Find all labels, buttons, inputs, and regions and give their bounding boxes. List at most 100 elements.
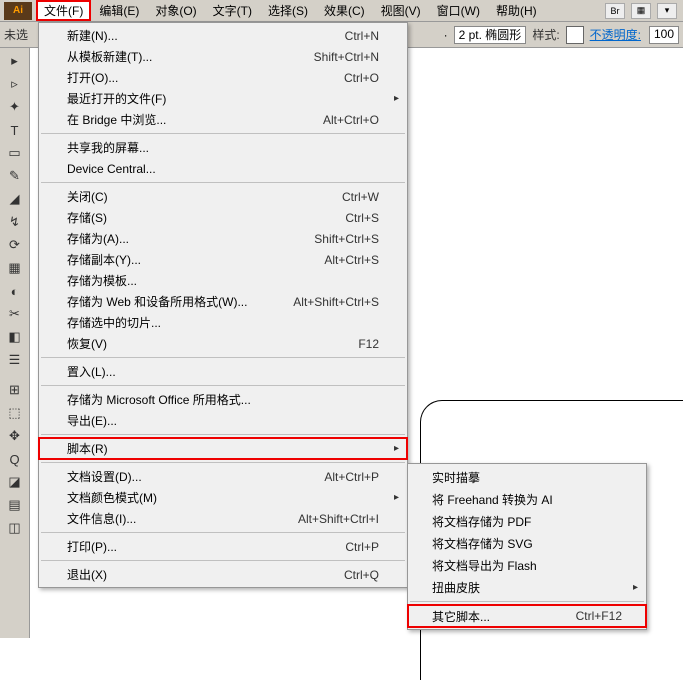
menu-separator bbox=[41, 133, 405, 134]
menu-item-label: 存储(S) bbox=[67, 209, 345, 226]
menu-item-label: 其它脚本... bbox=[432, 608, 576, 625]
file-menu-item[interactable]: 打开(O)...Ctrl+O bbox=[39, 67, 407, 88]
tool-rotate[interactable]: ◢ bbox=[2, 188, 28, 210]
file-menu-item[interactable]: 共享我的屏幕... bbox=[39, 137, 407, 158]
style-swatch[interactable] bbox=[566, 26, 584, 44]
script-menu-item[interactable]: 实时描摹 bbox=[408, 466, 646, 488]
file-menu-item[interactable]: 恢复(V)F12 bbox=[39, 333, 407, 354]
menu-item-label: 文档设置(D)... bbox=[67, 468, 324, 485]
file-menu-item[interactable]: 文档设置(D)...Alt+Ctrl+P bbox=[39, 466, 407, 487]
menu-separator bbox=[41, 560, 405, 561]
tool-extra2[interactable]: ◫ bbox=[2, 517, 28, 539]
menu-help[interactable]: 帮助(H) bbox=[488, 0, 545, 21]
file-menu-item[interactable]: 在 Bridge 中浏览...Alt+Ctrl+O bbox=[39, 109, 407, 130]
menu-item-shortcut: Ctrl+S bbox=[345, 211, 379, 225]
menu-object[interactable]: 对象(O) bbox=[147, 0, 204, 21]
selection-state: 未选 bbox=[4, 26, 28, 43]
tool-separator bbox=[2, 372, 28, 378]
file-menu-item[interactable]: 退出(X)Ctrl+Q bbox=[39, 564, 407, 585]
menu-select[interactable]: 选择(S) bbox=[260, 0, 316, 21]
file-menu-item[interactable]: 文件信息(I)...Alt+Shift+Ctrl+I bbox=[39, 508, 407, 529]
tool-extra1[interactable]: ▤ bbox=[2, 494, 28, 516]
tool-mesh[interactable]: ◐ bbox=[2, 280, 28, 302]
file-menu-item[interactable]: 存储为(A)...Shift+Ctrl+S bbox=[39, 228, 407, 249]
tool-scissors[interactable]: ✂ bbox=[2, 303, 28, 325]
file-menu-item[interactable]: 关闭(C)Ctrl+W bbox=[39, 186, 407, 207]
menu-edit[interactable]: 编辑(E) bbox=[91, 0, 147, 21]
menu-item-label: 打印(P)... bbox=[67, 538, 345, 555]
tool-stroke[interactable]: ⬚ bbox=[2, 402, 28, 424]
tool-direct-select[interactable]: ▹ bbox=[2, 73, 28, 95]
menu-effect[interactable]: 效果(C) bbox=[316, 0, 373, 21]
tool-width[interactable]: ↯ bbox=[2, 211, 28, 233]
menu-item-label: 实时描摹 bbox=[432, 469, 622, 486]
file-menu-item[interactable]: Device Central... bbox=[39, 158, 407, 179]
menu-item-shortcut: Ctrl+N bbox=[345, 29, 379, 43]
script-menu-item[interactable]: 将 Freehand 转换为 AI bbox=[408, 488, 646, 510]
menu-file[interactable]: 文件(F) bbox=[36, 0, 91, 21]
menu-item-label: 存储副本(Y)... bbox=[67, 251, 324, 268]
tool-fill[interactable]: ⊞ bbox=[2, 379, 28, 401]
file-menu-item[interactable]: 最近打开的文件(F) bbox=[39, 88, 407, 109]
tool-selection[interactable]: ▸ bbox=[2, 50, 28, 72]
file-menu-item[interactable]: 脚本(R) bbox=[39, 438, 407, 459]
menu-item-label: 扭曲皮肤 bbox=[432, 579, 622, 596]
tool-draw-mode[interactable]: ✥ bbox=[2, 425, 28, 447]
arrange-icon[interactable]: ▦ bbox=[631, 3, 651, 19]
opacity-label[interactable]: 不透明度: bbox=[590, 26, 641, 43]
menu-item-label: 置入(L)... bbox=[67, 363, 379, 380]
file-menu-item[interactable]: 存储为 Web 和设备所用格式(W)...Alt+Shift+Ctrl+S bbox=[39, 291, 407, 312]
tool-zoom[interactable]: Q bbox=[2, 448, 28, 470]
tool-rectangle[interactable]: ▭ bbox=[2, 142, 28, 164]
bridge-icon[interactable]: Br bbox=[605, 3, 625, 19]
tool-screen-mode[interactable]: ◪ bbox=[2, 471, 28, 493]
tool-magic-wand[interactable]: ✦ bbox=[2, 96, 28, 118]
tool-pencil[interactable]: ✎ bbox=[2, 165, 28, 187]
tool-symbol-sprayer[interactable]: ▦ bbox=[2, 257, 28, 279]
menu-separator bbox=[41, 385, 405, 386]
script-menu-item[interactable]: 将文档存储为 SVG bbox=[408, 532, 646, 554]
tool-hand[interactable]: ☰ bbox=[2, 349, 28, 371]
opacity-value[interactable]: 100 bbox=[649, 26, 679, 44]
menu-window[interactable]: 窗口(W) bbox=[429, 0, 488, 21]
menu-separator bbox=[41, 532, 405, 533]
menu-item-shortcut: Shift+Ctrl+S bbox=[314, 232, 379, 246]
file-menu-item[interactable]: 存储选中的切片... bbox=[39, 312, 407, 333]
menu-item-shortcut: Ctrl+W bbox=[342, 190, 379, 204]
menu-separator bbox=[41, 182, 405, 183]
file-menu-item[interactable]: 存储副本(Y)...Alt+Ctrl+S bbox=[39, 249, 407, 270]
script-menu-item[interactable]: 其它脚本...Ctrl+F12 bbox=[408, 605, 646, 627]
script-menu-item[interactable]: 扭曲皮肤 bbox=[408, 576, 646, 598]
menu-item-label: 存储选中的切片... bbox=[67, 314, 379, 331]
tools-panel: ▸ ▹ ✦ T ▭ ✎ ◢ ↯ ⟳ ▦ ◐ ✂ ◧ ☰ ⊞ ⬚ ✥ Q ◪ ▤ … bbox=[0, 48, 30, 638]
menu-item-label: 存储为(A)... bbox=[67, 230, 314, 247]
file-menu-item[interactable]: 存储为 Microsoft Office 所用格式... bbox=[39, 389, 407, 410]
menu-item-shortcut: Ctrl+Q bbox=[344, 568, 379, 582]
menu-item-label: 存储为 Web 和设备所用格式(W)... bbox=[67, 293, 293, 310]
tool-type[interactable]: T bbox=[2, 119, 28, 141]
app-logo-ai: Ai bbox=[4, 2, 32, 20]
script-menu-item[interactable]: 将文档导出为 Flash bbox=[408, 554, 646, 576]
script-menu-item[interactable]: 将文档存储为 PDF bbox=[408, 510, 646, 532]
file-menu-item[interactable]: 存储为模板... bbox=[39, 270, 407, 291]
file-menu-item[interactable]: 置入(L)... bbox=[39, 361, 407, 382]
file-menu-item[interactable]: 存储(S)Ctrl+S bbox=[39, 207, 407, 228]
file-menu-item[interactable]: 文档颜色模式(M) bbox=[39, 487, 407, 508]
menu-item-label: 将文档存储为 SVG bbox=[432, 535, 622, 552]
menu-separator bbox=[41, 462, 405, 463]
file-menu-item[interactable]: 导出(E)... bbox=[39, 410, 407, 431]
menu-item-shortcut: Alt+Ctrl+P bbox=[324, 470, 379, 484]
stroke-profile-select[interactable]: 2 pt. 椭圆形 bbox=[454, 26, 527, 44]
menu-text[interactable]: 文字(T) bbox=[205, 0, 260, 21]
menu-item-label: 从模板新建(T)... bbox=[67, 48, 314, 65]
menu-item-label: 脚本(R) bbox=[67, 440, 379, 457]
tool-artboard[interactable]: ◧ bbox=[2, 326, 28, 348]
menu-item-shortcut: Alt+Shift+Ctrl+S bbox=[293, 295, 379, 309]
file-menu-item[interactable]: 从模板新建(T)...Shift+Ctrl+N bbox=[39, 46, 407, 67]
file-menu-item[interactable]: 打印(P)...Ctrl+P bbox=[39, 536, 407, 557]
workspace-icon[interactable]: ▾ bbox=[657, 3, 677, 19]
tool-free-transform[interactable]: ⟳ bbox=[2, 234, 28, 256]
menu-view[interactable]: 视图(V) bbox=[373, 0, 429, 21]
menu-item-shortcut: Ctrl+O bbox=[344, 71, 379, 85]
file-menu-item[interactable]: 新建(N)...Ctrl+N bbox=[39, 25, 407, 46]
